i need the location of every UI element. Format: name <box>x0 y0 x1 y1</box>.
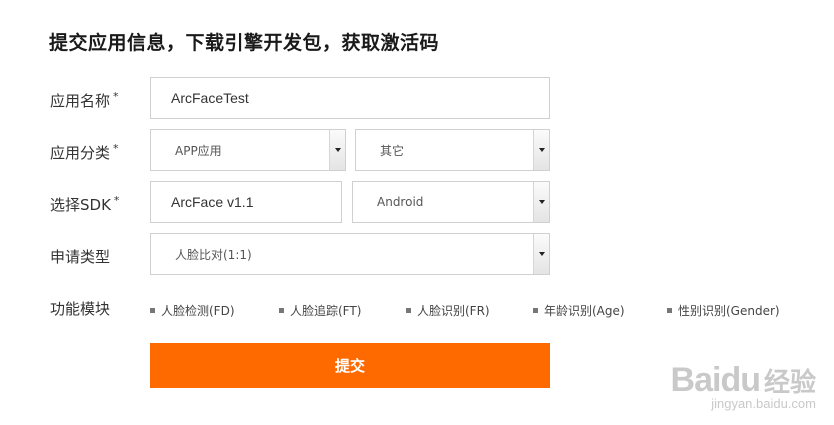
modules-label: 功能模块 <box>50 300 111 318</box>
required-mark: * <box>113 142 119 155</box>
checkbox-icon[interactable] <box>667 308 672 313</box>
module-fr[interactable]: 人脸识别(FR) <box>406 302 490 319</box>
app-subcategory-select[interactable]: 其它 <box>355 129 550 171</box>
required-mark: * <box>113 194 120 207</box>
sdk-version-value: ArcFace v1.1 <box>171 194 254 210</box>
watermark-logo: Bai <box>670 361 722 399</box>
chevron-down-icon[interactable] <box>533 130 549 170</box>
apply-type-label: 申请类型 <box>50 248 111 266</box>
sdk-platform-select[interactable]: Android <box>352 181 550 223</box>
required-mark: * <box>113 90 119 103</box>
sdk-label: 选择SDK * <box>50 194 120 214</box>
app-name-label: 应用名称 * <box>50 90 119 110</box>
page-title: 提交应用信息，下载引擎开发包，获取激活码 <box>49 32 440 54</box>
sdk-version-input[interactable]: ArcFace v1.1 <box>150 181 342 223</box>
app-category-value: APP应用 <box>175 143 222 158</box>
checkbox-icon[interactable] <box>533 308 538 313</box>
apply-type-value: 人脸比对(1:1) <box>175 247 252 262</box>
chevron-down-icon[interactable] <box>329 130 345 170</box>
submit-button[interactable]: 提交 <box>150 343 550 388</box>
module-age[interactable]: 年龄识别(Age) <box>533 302 625 319</box>
watermark-logo-cn: 经验 <box>763 368 816 398</box>
app-category-label: 应用分类 * <box>50 142 119 162</box>
checkbox-icon[interactable] <box>279 308 284 313</box>
watermark-logo-suffix: du <box>720 361 761 399</box>
app-name-value: ArcFaceTest <box>171 90 249 106</box>
module-ft[interactable]: 人脸追踪(FT) <box>279 302 361 319</box>
app-name-input[interactable]: ArcFaceTest <box>150 77 550 119</box>
checkbox-icon[interactable] <box>406 308 411 313</box>
app-subcategory-value: 其它 <box>380 143 405 158</box>
apply-type-select[interactable]: 人脸比对(1:1) <box>150 233 550 275</box>
module-fd[interactable]: 人脸检测(FD) <box>150 302 235 319</box>
sdk-platform-value: Android <box>377 195 424 209</box>
module-gender[interactable]: 性别识别(Gender) <box>667 302 780 319</box>
app-category-select[interactable]: APP应用 <box>150 129 346 171</box>
checkbox-icon[interactable] <box>150 308 155 313</box>
baidu-jingyan-watermark: Baidu 经验 jingyan.baidu.com <box>671 361 816 411</box>
chevron-down-icon[interactable] <box>533 234 549 274</box>
chevron-down-icon[interactable] <box>533 182 549 222</box>
